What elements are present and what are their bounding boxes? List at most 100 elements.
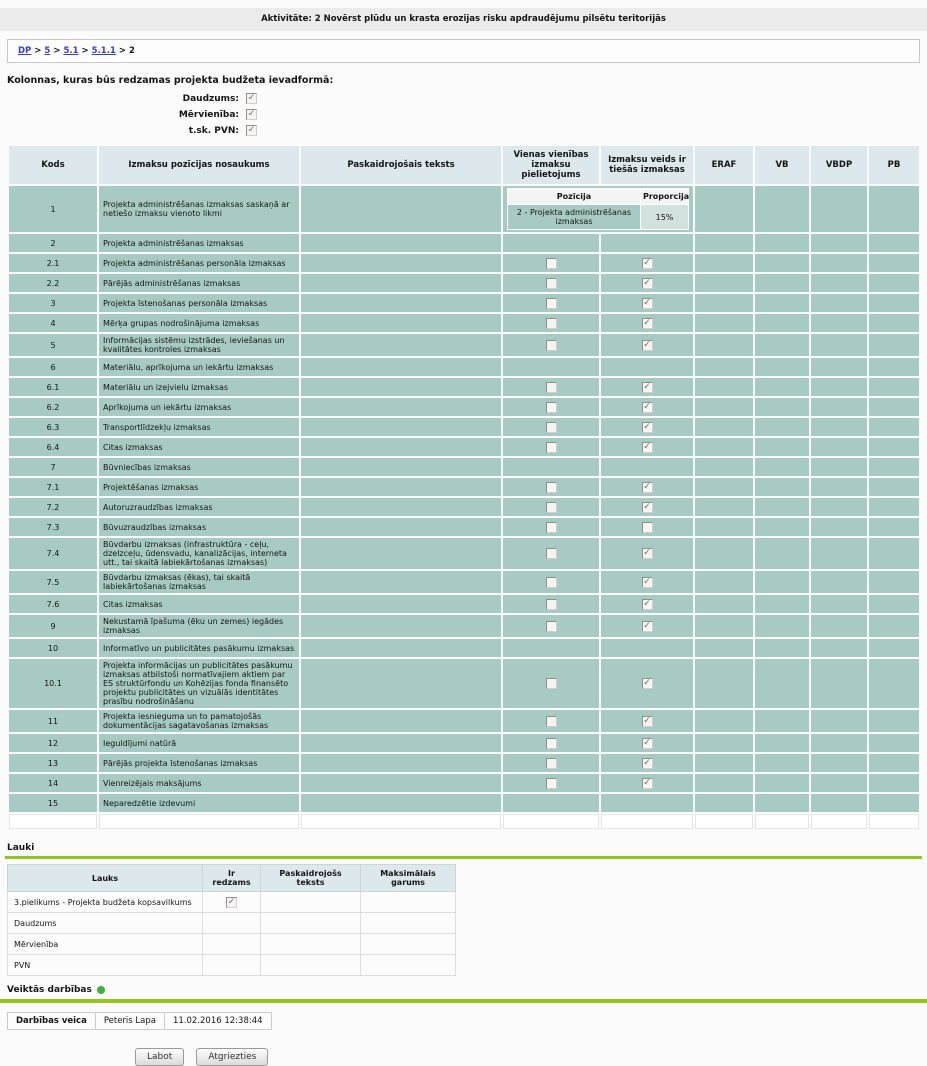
- vb-cell: [755, 571, 809, 593]
- pask-cell: [301, 595, 501, 613]
- unit-cb-cell: [503, 358, 599, 376]
- vbdp-cell: [811, 498, 867, 516]
- lauki-header-row: Lauks Ir redzams Paskaidrojošs teksts Ma…: [8, 865, 456, 892]
- vbdp-cell: [811, 794, 867, 812]
- tsk-pvn-checkbox: [246, 125, 257, 136]
- direct-cb-cell: [601, 774, 693, 792]
- table-row: 12Ieguldījumi natūrā: [9, 734, 919, 752]
- table-row: 6.2Aprīkojuma un iekārtu izmaksas: [9, 398, 919, 416]
- unit-cb-cell: [503, 538, 599, 569]
- unit-cost-checkbox: [546, 522, 557, 533]
- vb-cell: [755, 438, 809, 456]
- unit-cb-cell: [503, 334, 599, 356]
- tsk-pvn-label: t.sk. PVN:: [7, 126, 246, 136]
- pb-cell: [869, 186, 919, 232]
- pb-cell: [869, 294, 919, 312]
- pb-cell: [869, 710, 919, 732]
- direct-cost-checkbox: [642, 599, 653, 610]
- unit-cost-checkbox: [546, 298, 557, 309]
- direct-cb-cell: [601, 274, 693, 292]
- vbdp-cell: [811, 774, 867, 792]
- ir-redzams-checkbox: [226, 897, 237, 908]
- breadcrumb-link-5[interactable]: 5: [44, 46, 50, 56]
- lauki-row: 3.pielikums - Projekta budžeta kopsavilk…: [8, 892, 456, 913]
- eraf-cell: [695, 478, 753, 496]
- unit-cb-cell: [503, 639, 599, 657]
- vb-cell: [755, 254, 809, 272]
- darbibas-veica-row: Darbības veica Peteris Lapa 11.02.2016 1…: [8, 1013, 272, 1030]
- pb-cell: [869, 814, 919, 829]
- vb-cell: [755, 478, 809, 496]
- vbdp-cell: [811, 478, 867, 496]
- direct-cost-checkbox: [642, 258, 653, 269]
- name-cell: Projektēšanas izmaksas: [99, 478, 299, 496]
- name-cell: Pārējās administrēšanas izmaksas: [99, 274, 299, 292]
- vbdp-cell: [811, 458, 867, 476]
- unit-cost-checkbox: [546, 340, 557, 351]
- breadcrumb-separator: >: [53, 46, 60, 56]
- breadcrumb-link-5-1-1[interactable]: 5.1.1: [92, 46, 116, 56]
- kods-cell: 6.4: [9, 438, 97, 456]
- table-row: 14Vienreizējais maksājums: [9, 774, 919, 792]
- labot-button[interactable]: Labot: [135, 1048, 184, 1066]
- unit-cb-cell: [503, 254, 599, 272]
- breadcrumb-link-5-1[interactable]: 5.1: [63, 46, 78, 56]
- vb-cell: [755, 734, 809, 752]
- expand-actions-icon[interactable]: [97, 986, 105, 994]
- unit-cb-cell: [503, 659, 599, 708]
- pask-cell: [301, 710, 501, 732]
- vb-cell: [755, 639, 809, 657]
- page-title: Aktivitāte: 2 Novērst plūdu un krasta er…: [261, 14, 666, 24]
- mervieniba-checkbox: [246, 109, 257, 120]
- col-header-nosaukums: Izmaksu pozīcijas nosaukums: [99, 146, 299, 184]
- vb-cell: [755, 458, 809, 476]
- col-header-pb: PB: [869, 146, 919, 184]
- vbdp-cell: [811, 814, 867, 829]
- kods-cell: 9: [9, 615, 97, 637]
- vbdp-cell: [811, 639, 867, 657]
- eraf-cell: [695, 314, 753, 332]
- name-cell: Citas izmaksas: [99, 595, 299, 613]
- eraf-cell: [695, 334, 753, 356]
- name-cell: Materiālu, aprīkojuma un iekārtu izmaksa…: [99, 358, 299, 376]
- unit-cb-cell: [503, 710, 599, 732]
- breadcrumb-link-dp[interactable]: DP: [18, 46, 31, 56]
- garums-cell: [361, 934, 456, 955]
- unit-cb-cell: [503, 398, 599, 416]
- kods-cell: 7: [9, 458, 97, 476]
- unit-cost-checkbox: [546, 577, 557, 588]
- eraf-cell: [695, 418, 753, 436]
- pb-cell: [869, 334, 919, 356]
- atgriezties-button[interactable]: Atgriezties: [196, 1048, 268, 1066]
- kods-cell: 3: [9, 294, 97, 312]
- pask-cell: [301, 754, 501, 772]
- lauki-col-garums: Maksimālais garums: [361, 865, 456, 892]
- direct-cb-cell: [601, 710, 693, 732]
- vbdp-cell: [811, 234, 867, 252]
- direct-cb-cell: [601, 498, 693, 516]
- kods-cell: 2: [9, 234, 97, 252]
- vb-cell: [755, 378, 809, 396]
- table-row: 2.1Projekta administrēšanas personāla iz…: [9, 254, 919, 272]
- unit-cb-cell: [503, 595, 599, 613]
- name-cell: Neparedzētie izdevumi: [99, 794, 299, 812]
- pask-cell: [301, 498, 501, 516]
- direct-cost-checkbox: [642, 442, 653, 453]
- pb-cell: [869, 774, 919, 792]
- lauki-table: Lauks Ir redzams Paskaidrojošs teksts Ma…: [7, 864, 456, 976]
- eraf-cell: [695, 659, 753, 708]
- lauki-row: Mērvienība: [8, 934, 456, 955]
- pb-cell: [869, 234, 919, 252]
- pb-cell: [869, 478, 919, 496]
- direct-cost-checkbox: [642, 482, 653, 493]
- vbdp-cell: [811, 518, 867, 536]
- lauks-cell: 3.pielikums - Projekta budžeta kopsavilk…: [8, 892, 203, 913]
- pask-cell: [301, 639, 501, 657]
- pask-cell: [301, 186, 501, 232]
- col-header-vb: VB: [755, 146, 809, 184]
- name-cell: Ieguldījumi natūrā: [99, 734, 299, 752]
- lauki-divider: [5, 856, 922, 859]
- name-cell: Citas izmaksas: [99, 438, 299, 456]
- direct-cost-checkbox: [642, 758, 653, 769]
- action-buttons: Labot Atgriezties: [135, 1044, 927, 1066]
